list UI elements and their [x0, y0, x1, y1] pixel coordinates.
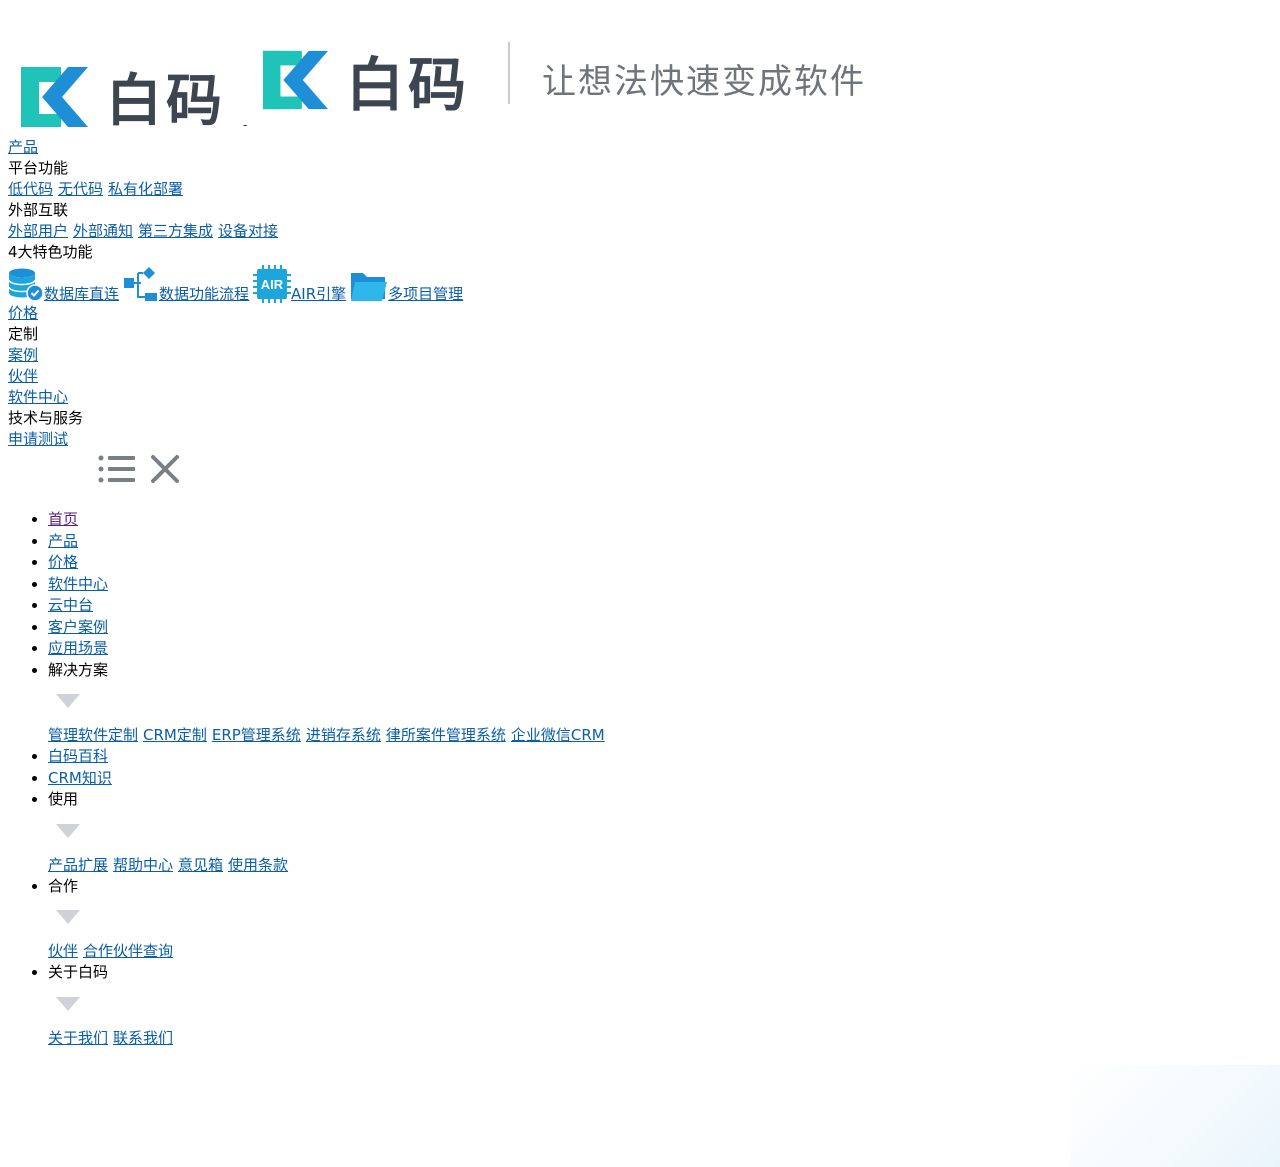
- nav-custom-title: 定制: [8, 325, 39, 343]
- submenu-link[interactable]: CRM定制: [143, 726, 207, 744]
- menu-item-cooperation: 合作 伙伴合作伙伴查询: [48, 876, 1048, 963]
- submenu-link[interactable]: 律所案件管理系统: [386, 726, 506, 744]
- menu-about-title[interactable]: 关于白码: [48, 963, 108, 981]
- feature-air-link[interactable]: AIR引擎: [291, 285, 346, 303]
- nav-private-deploy-link[interactable]: 私有化部署: [108, 180, 183, 198]
- logo-mark-icon: [262, 50, 329, 110]
- main-menu: 首页 产品 价格 软件中心 云中台 客户案例 应用场景 解决方案 管理软件定制 C…: [0, 509, 1048, 1049]
- menu-solutions-title[interactable]: 解决方案: [48, 661, 108, 679]
- feature-flow-link[interactable]: 数据功能流程: [159, 285, 249, 303]
- nav-third-party-link[interactable]: 第三方集成: [138, 222, 213, 240]
- menu-item-scenarios: 应用场景: [48, 638, 1048, 660]
- slogan: 让想法快速变成软件: [542, 62, 866, 102]
- menu-product-link[interactable]: 产品: [48, 532, 78, 550]
- list-icon[interactable]: [98, 453, 138, 485]
- separator-dash: -: [243, 118, 248, 132]
- menu-item-price: 价格: [48, 552, 1048, 574]
- nav-partner-link[interactable]: 伙伴: [8, 367, 38, 385]
- submenu-link[interactable]: 联系我们: [113, 1029, 173, 1047]
- logo-text: 白码: [106, 69, 226, 134]
- nav-device-link[interactable]: 设备对接: [218, 222, 278, 240]
- corner-decoration: [1070, 1065, 1280, 1167]
- submenu-about: 关于我们 联系我们: [48, 1027, 1048, 1049]
- air-badge-text: AIR: [261, 277, 284, 292]
- logo-text: 白码: [346, 51, 471, 119]
- logo-small[interactable]: 白码: [18, 56, 226, 137]
- nav-software-center-link[interactable]: 软件中心: [8, 388, 68, 406]
- submenu-link[interactable]: ERP管理系统: [212, 726, 301, 744]
- submenu-link[interactable]: 伙伴: [48, 942, 78, 960]
- nav-platform-title: 平台功能: [8, 159, 69, 177]
- menu-cooperation-title[interactable]: 合作: [48, 877, 78, 895]
- header-logo-row: 白码 白码 让想法快速变成软件 -: [0, 0, 1280, 140]
- nav-external-users-link[interactable]: 外部用户: [8, 222, 68, 240]
- triangle-down-icon[interactable]: [56, 996, 80, 1013]
- menu-item-wiki: 白码百科: [48, 746, 1048, 768]
- submenu-link[interactable]: 合作伙伴查询: [83, 942, 173, 960]
- top-nav: 产品 平台功能 低代码 无代码 私有化部署 外部互联 外部用户 外部通知 第三方集成 设备…: [8, 137, 1008, 450]
- triangle-down-icon[interactable]: [56, 694, 80, 710]
- menu-price-link[interactable]: 价格: [48, 553, 78, 571]
- submenu-link[interactable]: 使用条款: [228, 856, 288, 874]
- menu-item-about: 关于白码 关于我们联系我们: [48, 962, 1048, 1049]
- menu-item-home: 首页: [48, 509, 1048, 531]
- triangle-down-icon[interactable]: [56, 910, 80, 926]
- submenu-link[interactable]: 产品扩展: [48, 856, 108, 874]
- submenu-link[interactable]: 进销存系统: [306, 726, 381, 744]
- logo-large[interactable]: 白码: [260, 38, 470, 122]
- nav-price-link[interactable]: 价格: [8, 304, 38, 322]
- close-icon[interactable]: [148, 452, 182, 486]
- flow-icon: [124, 267, 158, 301]
- nav-features: 数据库直连 数据功能流程 AIR AIR引擎 多项目管理: [8, 263, 1008, 303]
- nav-product-link[interactable]: 产品: [8, 138, 38, 156]
- submenu-link[interactable]: 关于我们: [48, 1029, 108, 1047]
- feature-multi-project[interactable]: 多项目管理: [350, 269, 463, 303]
- nav-external-links: 外部用户 外部通知 第三方集成 设备对接: [8, 221, 1008, 242]
- submenu-solutions: 管理软件定制 CRM定制 ERP管理系统 进销存系统 律所案件管理系统 企业微信CRM: [48, 724, 1048, 746]
- menu-item-product: 产品: [48, 531, 1048, 553]
- submenu-link[interactable]: 帮助中心: [113, 856, 173, 874]
- feature-database[interactable]: 数据库直连: [8, 267, 119, 303]
- menu-item-solutions: 解决方案 管理软件定制 CRM定制 ERP管理系统进销存系统律所案件管理系统企业微信…: [48, 660, 1048, 747]
- nav-external-title: 外部互联: [8, 201, 69, 219]
- logo-divider: [508, 42, 510, 104]
- menu-scenarios-link[interactable]: 应用场景: [48, 639, 108, 657]
- nav-platform-links: 低代码 无代码 私有化部署: [8, 179, 1008, 200]
- triangle-down-icon[interactable]: [56, 823, 80, 840]
- nav-external-notify-link[interactable]: 外部通知: [73, 222, 133, 240]
- nav-apply-trial-link[interactable]: 申请测试: [8, 430, 68, 448]
- menu-wiki-link[interactable]: 白码百科: [48, 747, 108, 765]
- air-chip-icon: AIR: [253, 265, 292, 303]
- menu-cloud-link[interactable]: 云中台: [48, 596, 93, 614]
- menu-item-usage: 使用 产品扩展帮助中心意见箱使用条款: [48, 789, 1048, 876]
- menu-software-center-link[interactable]: 软件中心: [48, 575, 108, 593]
- feature-flow[interactable]: 数据功能流程: [123, 267, 249, 303]
- menu-item-crm-knowledge: CRM知识: [48, 768, 1048, 790]
- menu-item-cloud: 云中台: [48, 595, 1048, 617]
- submenu-usage: 产品扩展 帮助中心 意见箱 使用条款: [48, 854, 1048, 876]
- submenu-cooperation: 伙伴 合作伙伴查询: [48, 940, 1048, 962]
- feature-air[interactable]: AIR AIR引擎: [253, 265, 346, 303]
- nav-tech-title: 技术与服务: [8, 409, 84, 427]
- submenu-link[interactable]: 企业微信CRM: [511, 726, 605, 744]
- logo-mark-icon: [21, 66, 88, 127]
- database-icon: [8, 268, 44, 302]
- nav-features-title: 4大特色功能: [8, 243, 93, 261]
- menu-item-customer-cases: 客户案例: [48, 617, 1048, 639]
- submenu-link[interactable]: 管理软件定制: [48, 726, 138, 744]
- feature-database-link[interactable]: 数据库直连: [44, 285, 119, 303]
- nav-cases-link[interactable]: 案例: [8, 346, 38, 364]
- nav-low-code-link[interactable]: 低代码: [8, 180, 53, 198]
- submenu-link[interactable]: 意见箱: [178, 856, 223, 874]
- menu-crm-knowledge-link[interactable]: CRM知识: [48, 769, 112, 787]
- folder-icon: [351, 273, 388, 301]
- menu-usage-title[interactable]: 使用: [48, 790, 78, 808]
- nav-no-code-link[interactable]: 无代码: [58, 180, 103, 198]
- menu-customer-cases-link[interactable]: 客户案例: [48, 618, 108, 636]
- menu-home-link[interactable]: 首页: [48, 510, 78, 528]
- menu-item-software-center: 软件中心: [48, 574, 1048, 596]
- menu-toggle: [98, 452, 182, 486]
- feature-multi-project-link[interactable]: 多项目管理: [388, 285, 463, 303]
